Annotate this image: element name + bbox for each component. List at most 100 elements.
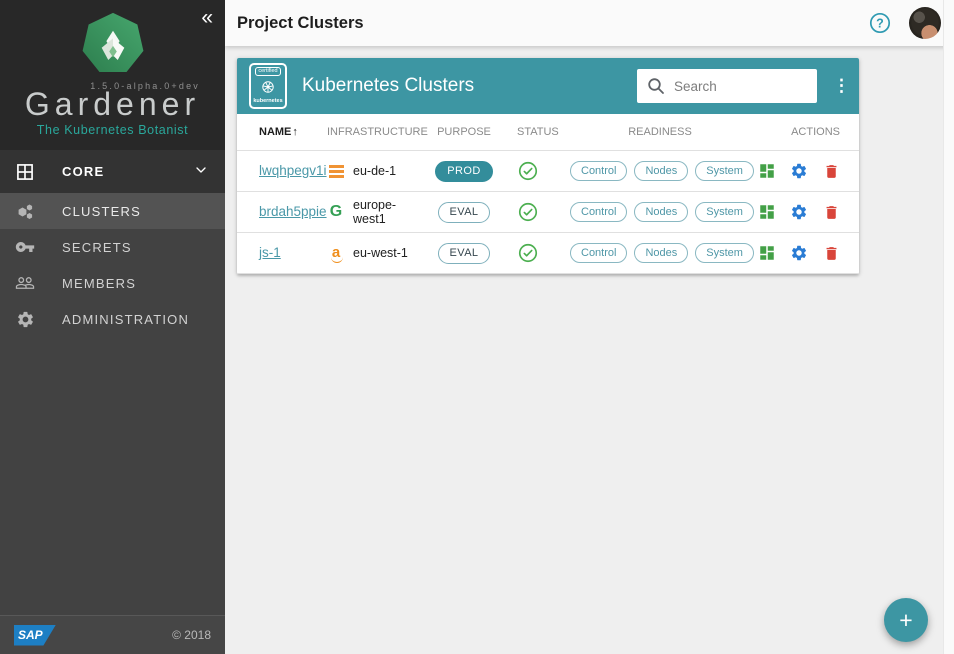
gcp-icon: G [327, 204, 345, 220]
column-header-infrastructure[interactable]: INFRASTRUCTURE [327, 126, 427, 138]
gear-icon [790, 203, 808, 221]
region-label: europe-west1 [353, 198, 427, 226]
grid-icon [14, 161, 36, 183]
overflow-menu-icon[interactable]: ⋮ [833, 76, 845, 96]
key-icon [14, 236, 36, 258]
copyright-label: © 2018 [172, 628, 211, 642]
gear-icon [790, 162, 808, 180]
card-title: Kubernetes Clusters [302, 75, 474, 97]
content-area: certified kubernetes Kubernetes Clusters [225, 46, 954, 654]
sidebar-item-label: ADMINISTRATION [62, 312, 189, 327]
app-window: « 1.5.0-alpha.0+dev Gardener The Kuberne… [0, 0, 954, 654]
chevron-down-icon [193, 162, 209, 181]
gardener-logo [79, 10, 147, 78]
column-header-readiness[interactable]: READINESS [565, 126, 755, 138]
sidebar-item-label: SECRETS [62, 240, 132, 255]
gear-icon [790, 244, 808, 262]
sidebar-item-secrets[interactable]: SECRETS [0, 229, 225, 265]
cluster-name-link[interactable]: js-1 [259, 245, 281, 260]
aws-icon: a [327, 246, 345, 260]
search-box [637, 69, 817, 103]
sidebar-header: « 1.5.0-alpha.0+dev Gardener The Kuberne… [0, 0, 225, 150]
status-healthy-icon[interactable] [517, 201, 539, 223]
sidebar-menu: CORE CLUSTERS SEC [0, 150, 225, 615]
plus-icon: + [899, 607, 912, 634]
dashboard-icon [758, 203, 776, 221]
readiness-chip-system[interactable]: System [695, 202, 754, 222]
readiness-chip-control[interactable]: Control [570, 161, 627, 181]
kubernetes-certified-badge: certified kubernetes [249, 63, 287, 109]
gear-icon [14, 308, 36, 330]
kubernetes-wheel-icon [260, 79, 276, 95]
settings-button[interactable] [790, 244, 808, 262]
svg-text:?: ? [876, 16, 884, 30]
help-icon: ? [868, 11, 892, 35]
readiness-chip-control[interactable]: Control [570, 243, 627, 263]
clusters-card-header: certified kubernetes Kubernetes Clusters [237, 58, 859, 114]
create-cluster-fab[interactable]: + [884, 598, 928, 642]
region-label: eu-west-1 [353, 246, 408, 260]
settings-button[interactable] [790, 162, 808, 180]
table-row: brdah5ppie G europe-west1 EVAL Control [237, 192, 859, 233]
column-header-purpose[interactable]: PURPOSE [427, 126, 501, 138]
main-area: Project Clusters ? certified [225, 0, 954, 654]
table-header: NAME↑ INFRASTRUCTURE PURPOSE STATUS READ… [237, 114, 859, 151]
clusters-card: certified kubernetes Kubernetes Clusters [237, 58, 859, 274]
sidebar-item-administration[interactable]: ADMINISTRATION [0, 301, 225, 337]
region-label: eu-de-1 [353, 164, 396, 178]
purpose-chip: EVAL [438, 243, 491, 264]
brand-tagline: The Kubernetes Botanist [0, 123, 225, 137]
dashboard-icon [758, 244, 776, 262]
members-icon [14, 272, 36, 294]
sidebar-section-label: CORE [62, 164, 104, 179]
clusters-icon [14, 200, 36, 222]
sidebar-footer: SAP © 2018 [0, 615, 225, 654]
badge-certified-label: certified [255, 67, 280, 76]
delete-button[interactable] [822, 203, 840, 221]
sidebar-item-label: CLUSTERS [62, 204, 141, 219]
brand-title: Gardener [0, 86, 225, 123]
trash-icon [823, 163, 840, 180]
delete-button[interactable] [822, 162, 840, 180]
sidebar: « 1.5.0-alpha.0+dev Gardener The Kuberne… [0, 0, 225, 654]
readiness-chip-system[interactable]: System [695, 243, 754, 263]
help-button[interactable]: ? [868, 11, 892, 35]
status-healthy-icon[interactable] [517, 160, 539, 182]
cluster-name-link[interactable]: brdah5ppie [259, 204, 327, 219]
page-title: Project Clusters [237, 14, 364, 33]
sidebar-item-members[interactable]: MEMBERS [0, 265, 225, 301]
sidebar-section-core[interactable]: CORE [0, 150, 225, 193]
column-header-status[interactable]: STATUS [501, 126, 565, 138]
readiness-chip-nodes[interactable]: Nodes [634, 243, 688, 263]
sidebar-collapse-icon[interactable]: « [201, 6, 213, 30]
badge-kubernetes-label: kubernetes [253, 98, 282, 105]
dashboard-icon [758, 162, 776, 180]
dashboard-button[interactable] [758, 244, 776, 262]
readiness-chip-nodes[interactable]: Nodes [634, 202, 688, 222]
dashboard-button[interactable] [758, 203, 776, 221]
status-healthy-icon[interactable] [517, 242, 539, 264]
trash-icon [823, 204, 840, 221]
topbar: Project Clusters ? [225, 0, 954, 46]
readiness-chip-control[interactable]: Control [570, 202, 627, 222]
sidebar-item-clusters[interactable]: CLUSTERS [0, 193, 225, 229]
sort-asc-icon: ↑ [292, 126, 298, 138]
settings-button[interactable] [790, 203, 808, 221]
trash-icon [823, 245, 840, 262]
readiness-chip-nodes[interactable]: Nodes [634, 161, 688, 181]
purpose-chip: PROD [435, 161, 492, 182]
openstack-icon [327, 165, 345, 178]
dashboard-button[interactable] [758, 162, 776, 180]
user-avatar[interactable] [909, 7, 941, 39]
column-header-actions: ACTIONS [755, 126, 859, 138]
scrollbar-track[interactable] [943, 0, 954, 654]
readiness-chip-system[interactable]: System [695, 161, 754, 181]
column-header-name[interactable]: NAME↑ [237, 126, 327, 138]
sap-logo: SAP [14, 625, 56, 646]
search-icon [647, 77, 665, 95]
sidebar-item-label: MEMBERS [62, 276, 136, 291]
search-input[interactable] [674, 79, 794, 94]
delete-button[interactable] [822, 244, 840, 262]
cluster-name-link[interactable]: lwqhpegv1i [259, 163, 327, 178]
table-row: js-1 a eu-west-1 EVAL Control N [237, 233, 859, 274]
